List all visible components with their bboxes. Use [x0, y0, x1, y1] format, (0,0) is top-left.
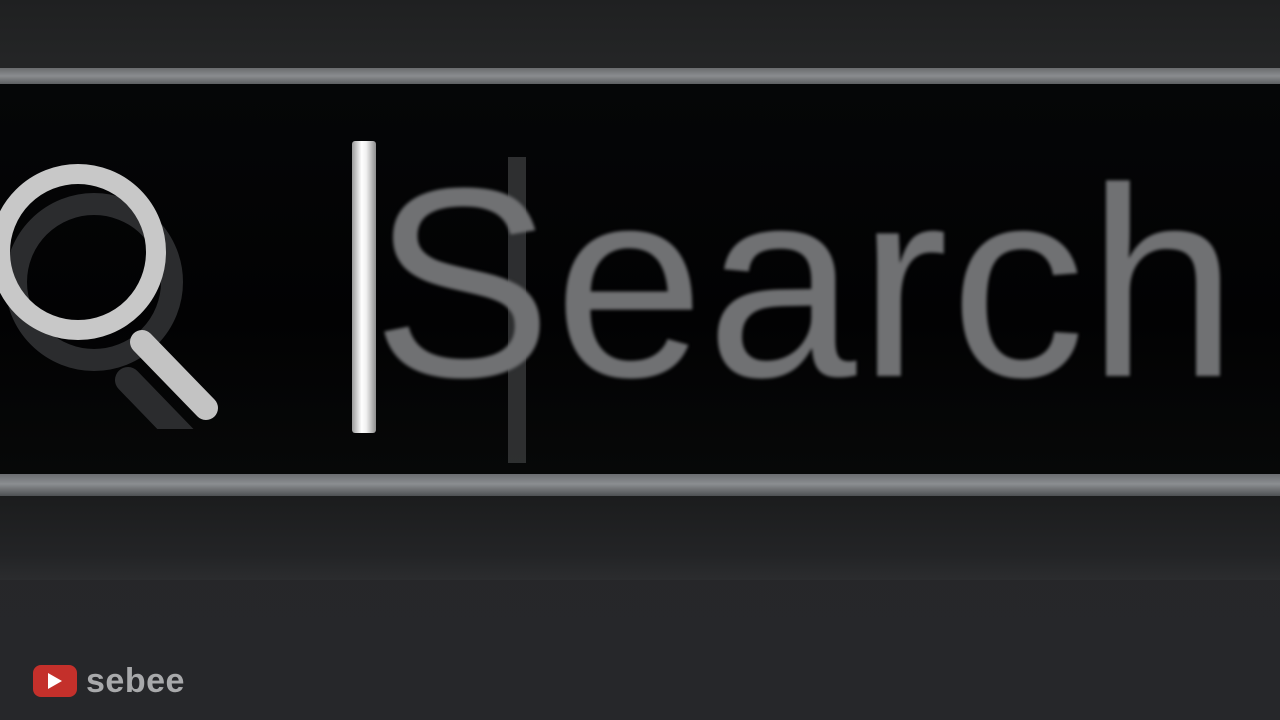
- channel-watermark: sebee: [33, 663, 185, 699]
- watermark-channel-name: sebee: [86, 662, 185, 700]
- play-icon: [33, 665, 77, 697]
- screen: sebee: [0, 0, 1280, 720]
- text-caret: [352, 141, 376, 433]
- search-bar-top-border: [0, 68, 1280, 84]
- search-bar-bottom-border: [0, 474, 1280, 496]
- search-input[interactable]: [372, 124, 1272, 444]
- below-bar-strip: [0, 496, 1280, 580]
- search-icon: [0, 164, 218, 429]
- search-bar[interactable]: [0, 84, 1280, 474]
